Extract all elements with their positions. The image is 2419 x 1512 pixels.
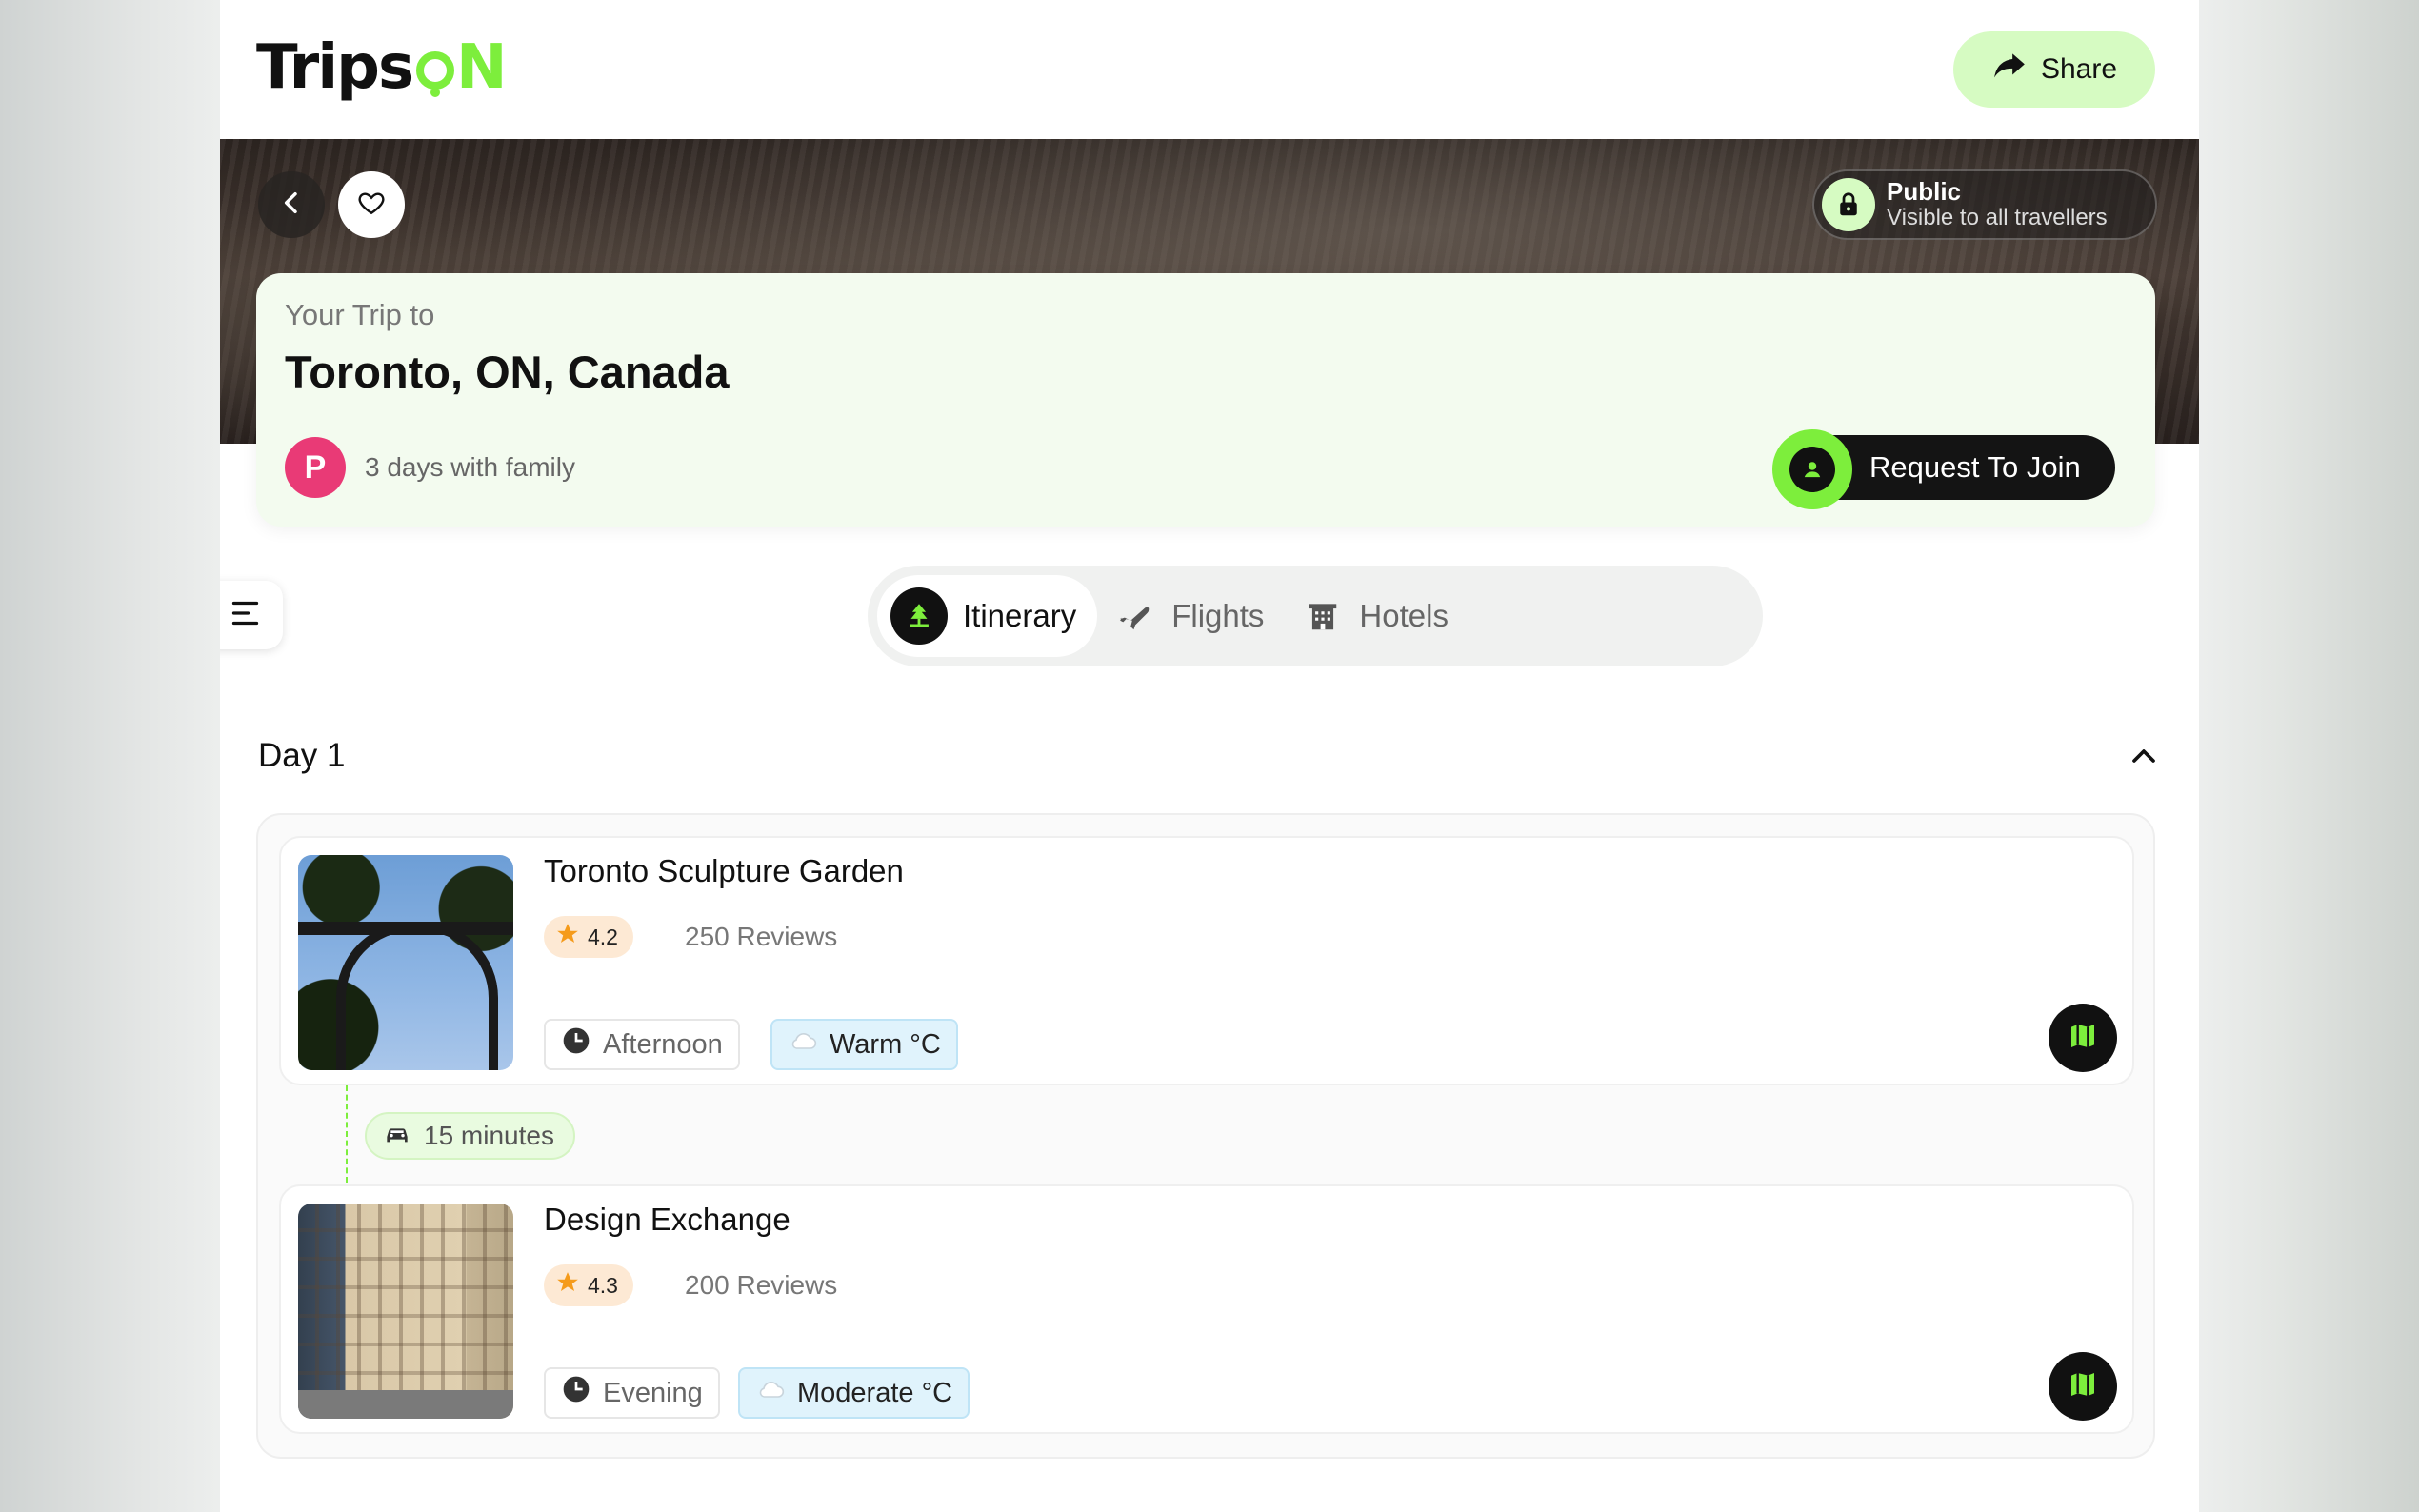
travel-time-badge: 15 minutes: [365, 1112, 575, 1160]
location-pin-icon: [416, 51, 455, 97]
rating-badge: 4.3: [544, 1264, 633, 1306]
rating-badge: 4.2: [544, 916, 633, 958]
chevron-up-icon: [2125, 749, 2163, 779]
map-icon: [2068, 1021, 2098, 1056]
rating-value: 4.2: [588, 924, 618, 949]
weather-label: Moderate °C: [797, 1377, 953, 1408]
tab-flights[interactable]: Flights: [1097, 575, 1285, 657]
travel-time-label: 15 minutes: [424, 1121, 554, 1150]
request-to-join-button[interactable]: Request To Join: [1772, 429, 2115, 509]
star-icon: [555, 922, 580, 952]
trip-summary-card: Your Trip to Toronto, ON, Canada P 3 day…: [256, 273, 2155, 527]
tab-hotels-label: Hotels: [1359, 598, 1449, 633]
place-name: Design Exchange: [544, 1202, 790, 1237]
tree-pin-icon: [890, 587, 948, 645]
clock-icon: [561, 1025, 591, 1064]
share-arrow-icon: [1991, 48, 2028, 91]
place-photo: [298, 1204, 513, 1419]
view-on-map-button[interactable]: [2049, 1004, 2117, 1072]
logo-text-trips: Trips: [256, 32, 414, 103]
trip-meta: 3 days with family: [365, 452, 575, 482]
cloud-icon: [755, 1374, 786, 1412]
cloud-icon: [788, 1025, 818, 1064]
top-header: Trips N Share: [220, 0, 2199, 139]
tab-hotels[interactable]: Hotels: [1285, 575, 1469, 657]
visibility-text: Public Visible to all travellers: [1887, 178, 2108, 231]
time-of-day-tag: Afternoon: [544, 1019, 740, 1070]
tab-itinerary-label: Itinerary: [963, 598, 1077, 633]
weather-tag: Moderate °C: [738, 1367, 970, 1419]
view-on-map-button[interactable]: [2049, 1352, 2117, 1421]
visibility-title: Public: [1887, 177, 1962, 206]
trip-destination: Toronto, ON, Canada: [285, 347, 730, 397]
weather-label: Warm °C: [830, 1028, 941, 1060]
car-icon: [382, 1118, 412, 1155]
place-photo: [298, 855, 513, 1070]
trip-subtitle: Your Trip to: [285, 298, 435, 331]
menu-lines-icon: [230, 596, 264, 635]
share-button[interactable]: Share: [1953, 31, 2155, 108]
place-name: Toronto Sculpture Garden: [544, 853, 904, 888]
review-count: 200 Reviews: [685, 1270, 838, 1300]
chevron-left-icon: [276, 188, 307, 223]
time-of-day-label: Afternoon: [603, 1028, 723, 1060]
tab-itinerary[interactable]: Itinerary: [877, 575, 1098, 657]
hotel-icon: [1302, 595, 1344, 637]
trip-page: Trips N Share Public Visible to all trav…: [220, 0, 2199, 1512]
lock-icon: [1822, 178, 1875, 231]
favorite-button[interactable]: [338, 171, 405, 238]
clock-icon: [561, 1374, 591, 1412]
map-icon: [2068, 1369, 2098, 1404]
trip-tabs: Itinerary Flights Hotels: [868, 566, 1763, 666]
share-label: Share: [2040, 53, 2118, 85]
avatar[interactable]: P: [285, 437, 346, 498]
visibility-subtitle: Visible to all travellers: [1887, 205, 2108, 230]
logo-text-n: N: [456, 32, 508, 103]
rating-value: 4.3: [588, 1272, 618, 1298]
plane-icon: [1114, 595, 1156, 637]
place-card[interactable]: Design Exchange 4.3 200 Reviews Evening …: [279, 1184, 2134, 1434]
time-of-day-tag: Evening: [544, 1367, 720, 1419]
time-of-day-label: Evening: [603, 1377, 703, 1408]
route-connector-line: [346, 1085, 348, 1183]
visibility-status[interactable]: Public Visible to all travellers: [1812, 169, 2157, 240]
heart-icon: [356, 188, 387, 223]
review-count: 250 Reviews: [685, 922, 838, 951]
place-card[interactable]: Toronto Sculpture Garden 4.2 250 Reviews…: [279, 836, 2134, 1085]
collapse-day-button[interactable]: [2125, 737, 2163, 775]
user-add-icon: [1772, 429, 1852, 509]
back-button[interactable]: [258, 171, 325, 238]
sidebar-toggle-button[interactable]: [220, 581, 283, 649]
request-to-join-label: Request To Join: [1869, 450, 2081, 484]
tripson-logo[interactable]: Trips N: [256, 32, 508, 103]
tab-flights-label: Flights: [1171, 598, 1265, 633]
day-title: Day 1: [258, 737, 346, 774]
star-icon: [555, 1270, 580, 1301]
weather-tag: Warm °C: [770, 1019, 958, 1070]
